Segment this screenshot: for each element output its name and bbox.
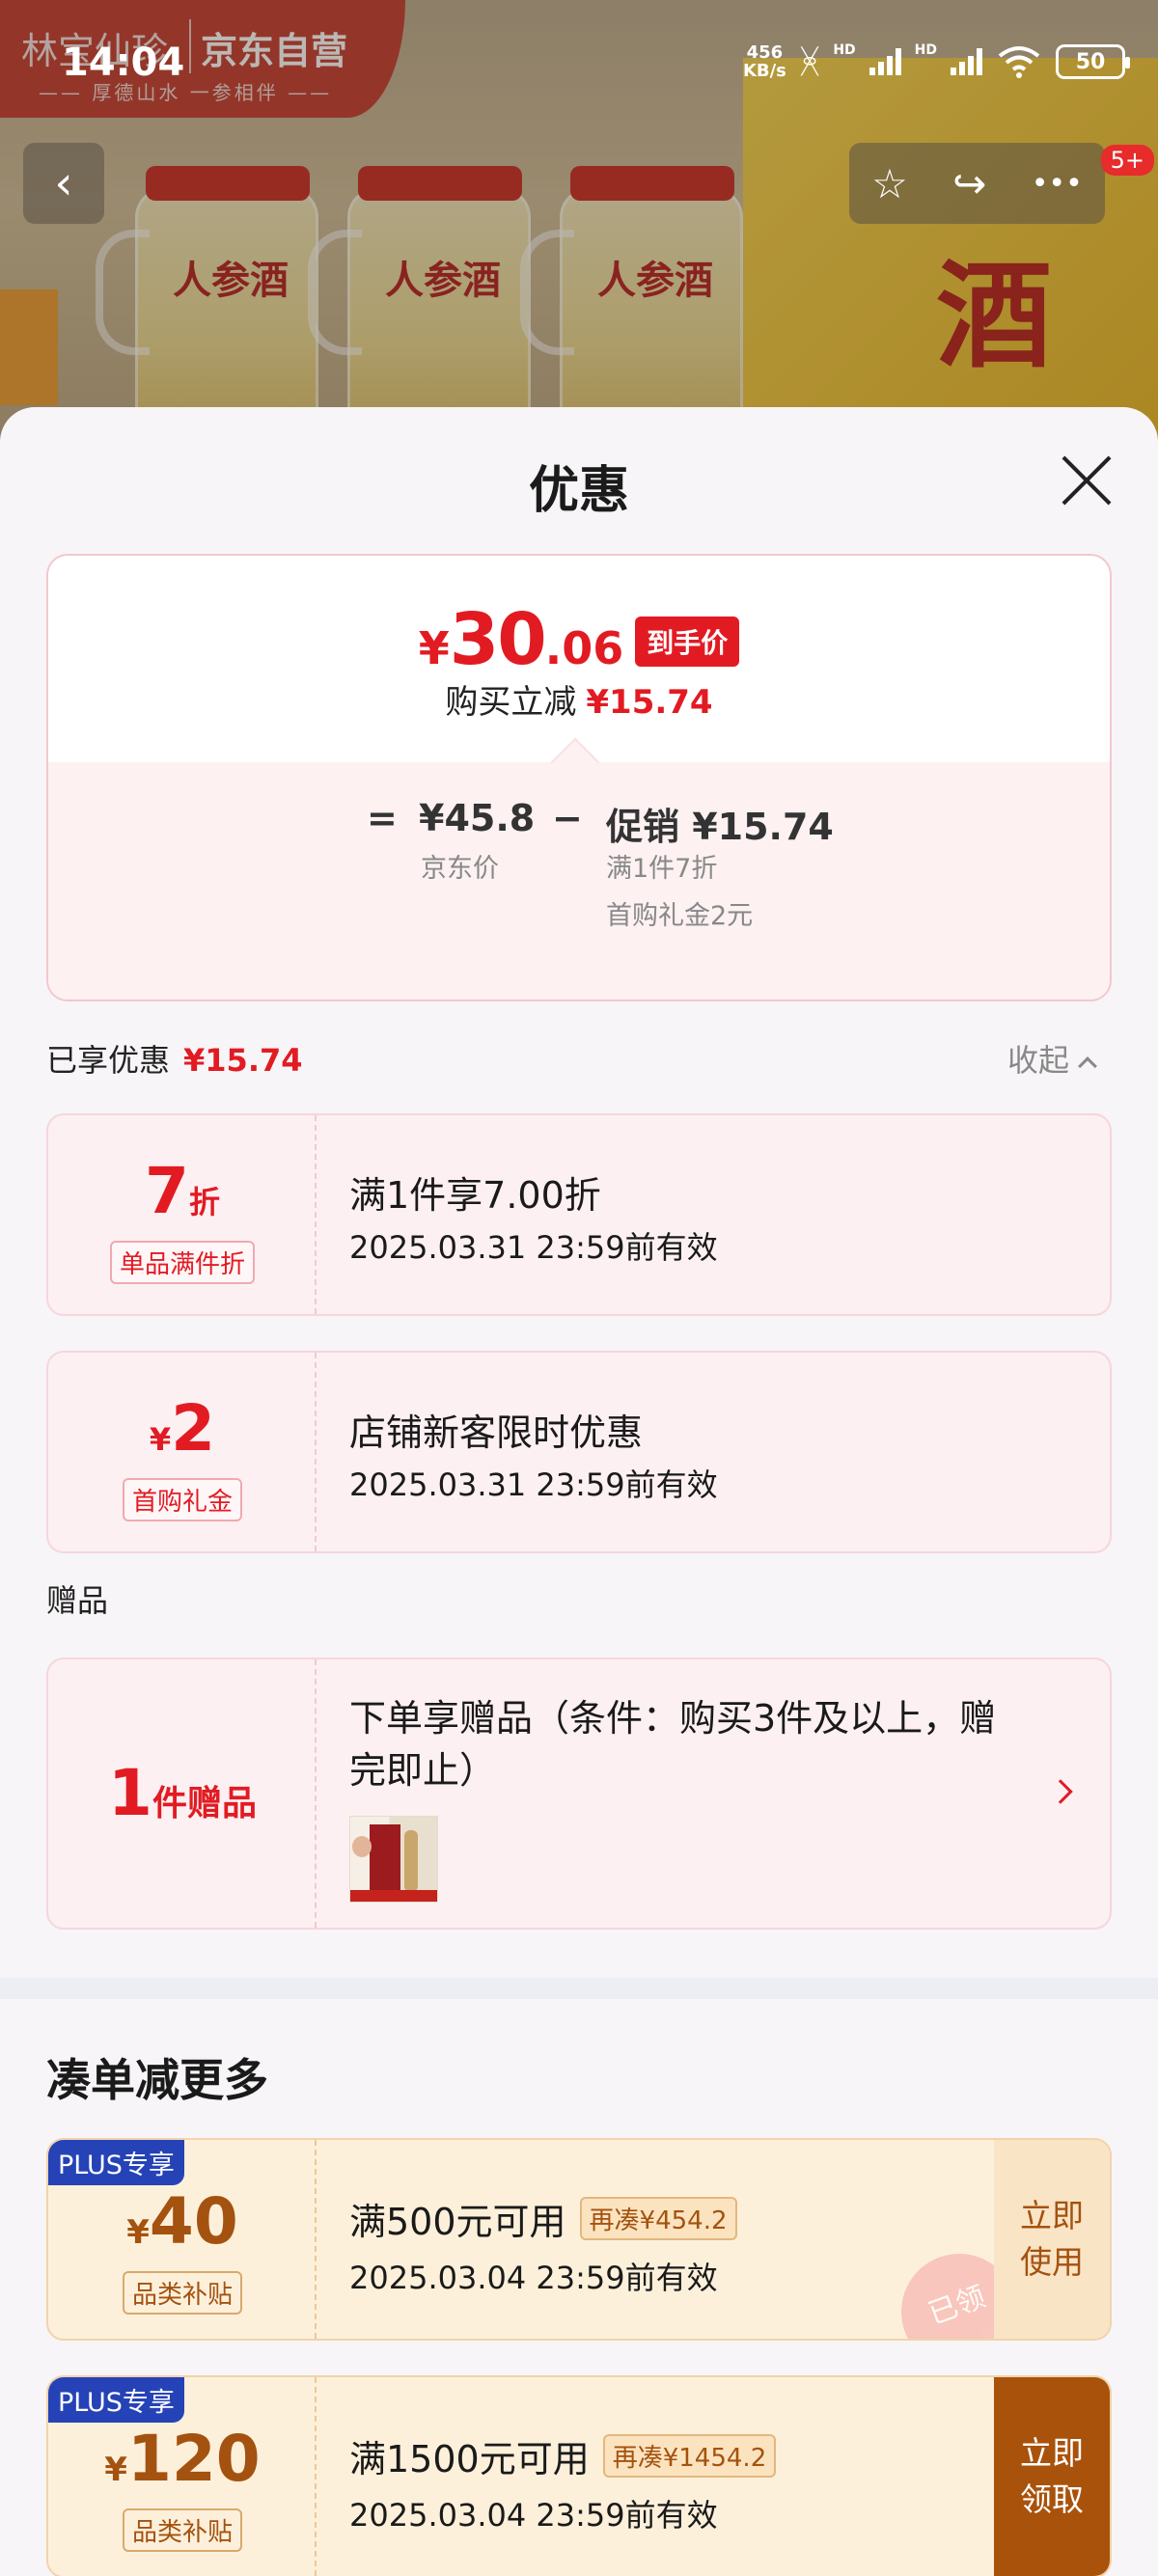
gift-title: 下单享赠品（条件：购买3件及以上，赠完即止） [349,1697,997,1792]
instant-reduction: 购买立减 ¥15.74 [445,683,713,722]
close-icon[interactable] [1058,452,1116,509]
hd-label-2: HD [914,42,937,58]
star-icon[interactable]: ☆ [871,160,908,207]
chevron-up-icon [1078,1056,1097,1076]
coupon-date: 2025.03.04 23:59前有效 [349,2260,718,2296]
discount-sheet: 优惠 ¥ 30 .06 到手价 购买立减 ¥15.74 = ¥45.8 京东价 −… [0,407,1158,2576]
coupon-title: 满1500元可用 再凑¥1454.2 [349,2429,777,2482]
coupon-title: 店铺新客限时优惠 [349,1411,644,1454]
claim-now-button[interactable]: 立即领取 [994,2377,1110,2576]
message-badge: 5+ [1100,145,1154,176]
coupon-date: 2025.03.31 23:59前有效 [349,1466,718,1503]
gift-card[interactable]: 1件赠品 下单享赠品（条件：购买3件及以上，赠完即止） [46,1658,1112,1930]
status-bar: 14:04 456 KB/s ᚸ HD HD 50 [0,0,1158,125]
plus-tag: PLUS专享 [48,2140,184,2185]
header-actions: ☆ ↪ ••• [849,143,1105,224]
share-icon[interactable]: ↪ [952,160,986,207]
plus-tag: PLUS专享 [48,2377,184,2423]
coupon-date: 2025.03.31 23:59前有效 [349,1229,718,1266]
coupon-title: 满1件享7.00折 [349,1174,601,1217]
signal-icon-1 [868,48,901,75]
gift-heading: 赠品 [46,1582,109,1619]
final-price-tag: 到手价 [635,617,740,667]
gift-thumbnail[interactable] [349,1816,438,1903]
net-speed: 456 KB/s [742,42,786,81]
jd-price: ¥45.8 [419,797,536,839]
coupon-type-tag: 品类补贴 [122,2271,242,2315]
use-now-button[interactable]: 立即使用 [994,2140,1110,2339]
chevron-left-icon: ‹ [54,156,73,210]
hd-label-1: HD [833,42,856,58]
promo-amount: 促销 ¥15.74 [606,806,834,848]
remaining-tip: 再凑¥454.2 [579,2197,737,2240]
enjoyed-discount: 已享优惠 ¥15.74 [46,1042,303,1079]
price-summary-card: ¥ 30 .06 到手价 购买立减 ¥15.74 = ¥45.8 京东价 − 促销… [46,554,1112,1001]
status-time: 14:04 [62,41,185,85]
more-heading: 凑单减更多 [46,2054,268,2106]
plus-coupon: PLUS专享 ¥120 品类补贴 满1500元可用 再凑¥1454.2 2025.… [46,2375,1112,2576]
collapse-button[interactable]: 收起 [1007,1036,1097,1081]
signal-icon-2 [951,48,982,75]
back-button[interactable]: ‹ [23,143,104,224]
sheet-title: 优惠 [528,462,629,520]
battery-icon: 50 [1056,44,1130,79]
wifi-icon [998,46,1040,78]
more-icon[interactable]: ••• [1032,167,1083,201]
section-divider [0,1978,1158,1999]
gift-detail: 首购礼金2元 [606,901,754,931]
coupon-date: 2025.03.04 23:59前有效 [349,2497,718,2534]
bluetooth-icon: ᚸ [799,42,820,81]
coupon-type-tag: 首购礼金 [122,1478,242,1521]
remaining-tip: 再凑¥1454.2 [602,2434,777,2478]
final-price: ¥ 30 .06 到手价 [48,598,1110,681]
chevron-right-icon[interactable] [1048,1779,1073,1804]
discount-coupon: 7折 单品满件折 满1件享7.00折 2025.03.31 23:59前有效 [46,1113,1112,1316]
plus-coupon: PLUS专享 ¥40 品类补贴 满500元可用 再凑¥454.2 2025.03.… [46,2138,1112,2341]
coupon-title: 满500元可用 再凑¥454.2 [349,2192,737,2245]
promo-detail: 满1件7折 [606,854,718,884]
first-purchase-coupon: ¥2 首购礼金 店铺新客限时优惠 2025.03.31 23:59前有效 [46,1351,1112,1553]
coupon-type-tag: 品类补贴 [122,2508,242,2552]
jd-price-label: 京东价 [421,854,499,884]
coupon-type-tag: 单品满件折 [109,1241,255,1284]
